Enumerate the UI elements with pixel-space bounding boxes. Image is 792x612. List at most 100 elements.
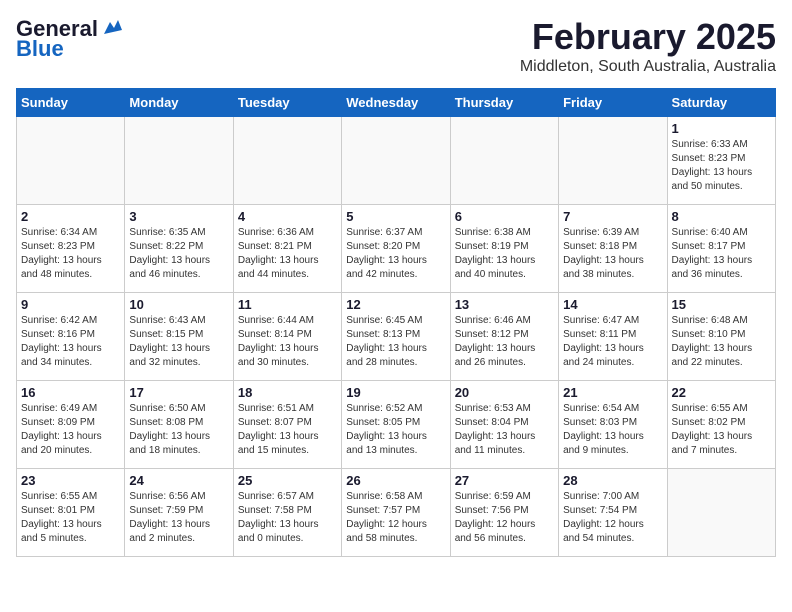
table-row xyxy=(450,117,558,205)
day-number: 24 xyxy=(129,473,228,488)
day-info: Sunrise: 6:39 AM Sunset: 8:18 PM Dayligh… xyxy=(563,226,662,282)
day-info: Sunrise: 6:58 AM Sunset: 7:57 PM Dayligh… xyxy=(346,490,445,546)
day-info: Sunrise: 6:55 AM Sunset: 8:02 PM Dayligh… xyxy=(672,402,771,458)
table-row: 10 Sunrise: 6:43 AM Sunset: 8:15 PM Dayli… xyxy=(125,293,233,381)
table-row: 2 Sunrise: 6:34 AM Sunset: 8:23 PM Daylig… xyxy=(17,205,125,293)
day-info: Sunrise: 6:46 AM Sunset: 8:12 PM Dayligh… xyxy=(455,314,554,370)
table-row: 11Sunrise: 6:44 AM Sunset: 8:14 PM Dayli… xyxy=(233,293,341,381)
table-row: 5 Sunrise: 6:37 AM Sunset: 8:20 PM Daylig… xyxy=(342,205,450,293)
day-info: Sunrise: 7:00 AM Sunset: 7:54 PM Dayligh… xyxy=(563,490,662,546)
table-row xyxy=(559,117,667,205)
table-row xyxy=(17,117,125,205)
calendar-title-block: February 2025 Middleton, South Australia… xyxy=(520,16,776,76)
table-row: 19 Sunrise: 6:52 AM Sunset: 8:05 PM Dayli… xyxy=(342,381,450,469)
logo-bird-icon xyxy=(100,16,122,38)
day-number: 28 xyxy=(563,473,662,488)
day-info: Sunrise: 6:40 AM Sunset: 8:17 PM Dayligh… xyxy=(672,226,771,282)
logo-blue: Blue xyxy=(16,36,64,62)
day-number: 10 xyxy=(129,297,228,312)
day-number: 23 xyxy=(21,473,120,488)
day-info: Sunrise: 6:35 AM Sunset: 8:22 PM Dayligh… xyxy=(129,226,228,282)
table-row xyxy=(125,117,233,205)
table-row: 21 Sunrise: 6:54 AM Sunset: 8:03 PM Dayli… xyxy=(559,381,667,469)
day-number: 15 xyxy=(672,297,771,312)
day-number: 22 xyxy=(672,385,771,400)
table-row: 20 Sunrise: 6:53 AM Sunset: 8:04 PM Dayli… xyxy=(450,381,558,469)
day-info: Sunrise: 6:33 AM Sunset: 8:23 PM Dayligh… xyxy=(672,138,771,194)
day-info: Sunrise: 6:59 AM Sunset: 7:56 PM Dayligh… xyxy=(455,490,554,546)
day-number: 26 xyxy=(346,473,445,488)
table-row xyxy=(667,469,775,557)
day-number: 18 xyxy=(238,385,337,400)
day-info: Sunrise: 6:48 AM Sunset: 8:10 PM Dayligh… xyxy=(672,314,771,370)
day-number: 16 xyxy=(21,385,120,400)
day-info: Sunrise: 6:57 AM Sunset: 7:58 PM Dayligh… xyxy=(238,490,337,546)
col-wednesday: Wednesday xyxy=(342,89,450,117)
day-info: Sunrise: 6:51 AM Sunset: 8:07 PM Dayligh… xyxy=(238,402,337,458)
day-number: 8 xyxy=(672,209,771,224)
table-row xyxy=(233,117,341,205)
day-info: Sunrise: 6:34 AM Sunset: 8:23 PM Dayligh… xyxy=(21,226,120,282)
day-number: 20 xyxy=(455,385,554,400)
day-number: 19 xyxy=(346,385,445,400)
table-row: 1 Sunrise: 6:33 AM Sunset: 8:23 PM Daylig… xyxy=(667,117,775,205)
day-number: 6 xyxy=(455,209,554,224)
day-number: 25 xyxy=(238,473,337,488)
col-friday: Friday xyxy=(559,89,667,117)
day-info: Sunrise: 6:55 AM Sunset: 8:01 PM Dayligh… xyxy=(21,490,120,546)
day-info: Sunrise: 6:43 AM Sunset: 8:15 PM Dayligh… xyxy=(129,314,228,370)
col-tuesday: Tuesday xyxy=(233,89,341,117)
day-info: Sunrise: 6:50 AM Sunset: 8:08 PM Dayligh… xyxy=(129,402,228,458)
table-row: 15 Sunrise: 6:48 AM Sunset: 8:10 PM Dayli… xyxy=(667,293,775,381)
day-number: 3 xyxy=(129,209,228,224)
calendar-week-row: 2 Sunrise: 6:34 AM Sunset: 8:23 PM Daylig… xyxy=(17,205,776,293)
calendar-table: Sunday Monday Tuesday Wednesday Thursday… xyxy=(16,88,776,557)
day-number: 17 xyxy=(129,385,228,400)
day-info: Sunrise: 6:52 AM Sunset: 8:05 PM Dayligh… xyxy=(346,402,445,458)
day-number: 12 xyxy=(346,297,445,312)
table-row: 13 Sunrise: 6:46 AM Sunset: 8:12 PM Dayli… xyxy=(450,293,558,381)
table-row xyxy=(342,117,450,205)
calendar-week-row: 16Sunrise: 6:49 AM Sunset: 8:09 PM Dayli… xyxy=(17,381,776,469)
table-row: 3 Sunrise: 6:35 AM Sunset: 8:22 PM Daylig… xyxy=(125,205,233,293)
day-info: Sunrise: 6:42 AM Sunset: 8:16 PM Dayligh… xyxy=(21,314,120,370)
table-row: 6Sunrise: 6:38 AM Sunset: 8:19 PM Daylig… xyxy=(450,205,558,293)
table-row: 18 Sunrise: 6:51 AM Sunset: 8:07 PM Dayli… xyxy=(233,381,341,469)
day-number: 27 xyxy=(455,473,554,488)
day-number: 9 xyxy=(21,297,120,312)
day-number: 21 xyxy=(563,385,662,400)
day-number: 4 xyxy=(238,209,337,224)
calendar-location: Middleton, South Australia, Australia xyxy=(520,58,776,76)
day-info: Sunrise: 6:47 AM Sunset: 8:11 PM Dayligh… xyxy=(563,314,662,370)
day-info: Sunrise: 6:44 AM Sunset: 8:14 PM Dayligh… xyxy=(238,314,337,370)
day-number: 7 xyxy=(563,209,662,224)
calendar-week-row: 1 Sunrise: 6:33 AM Sunset: 8:23 PM Daylig… xyxy=(17,117,776,205)
table-row: 28 Sunrise: 7:00 AM Sunset: 7:54 PM Dayli… xyxy=(559,469,667,557)
table-row: 16Sunrise: 6:49 AM Sunset: 8:09 PM Dayli… xyxy=(17,381,125,469)
day-number: 14 xyxy=(563,297,662,312)
day-number: 1 xyxy=(672,121,771,136)
logo: General Blue xyxy=(16,16,122,62)
table-row: 23 Sunrise: 6:55 AM Sunset: 8:01 PM Dayli… xyxy=(17,469,125,557)
day-info: Sunrise: 6:36 AM Sunset: 8:21 PM Dayligh… xyxy=(238,226,337,282)
day-info: Sunrise: 6:53 AM Sunset: 8:04 PM Dayligh… xyxy=(455,402,554,458)
day-number: 2 xyxy=(21,209,120,224)
table-row: 17 Sunrise: 6:50 AM Sunset: 8:08 PM Dayli… xyxy=(125,381,233,469)
col-thursday: Thursday xyxy=(450,89,558,117)
day-info: Sunrise: 6:37 AM Sunset: 8:20 PM Dayligh… xyxy=(346,226,445,282)
col-monday: Monday xyxy=(125,89,233,117)
day-info: Sunrise: 6:54 AM Sunset: 8:03 PM Dayligh… xyxy=(563,402,662,458)
table-row: 26 Sunrise: 6:58 AM Sunset: 7:57 PM Dayli… xyxy=(342,469,450,557)
day-number: 13 xyxy=(455,297,554,312)
table-row: 27 Sunrise: 6:59 AM Sunset: 7:56 PM Dayli… xyxy=(450,469,558,557)
calendar-week-row: 23 Sunrise: 6:55 AM Sunset: 8:01 PM Dayli… xyxy=(17,469,776,557)
table-row: 14 Sunrise: 6:47 AM Sunset: 8:11 PM Dayli… xyxy=(559,293,667,381)
table-row: 12 Sunrise: 6:45 AM Sunset: 8:13 PM Dayli… xyxy=(342,293,450,381)
table-row: 25 Sunrise: 6:57 AM Sunset: 7:58 PM Dayli… xyxy=(233,469,341,557)
day-number: 5 xyxy=(346,209,445,224)
day-info: Sunrise: 6:56 AM Sunset: 7:59 PM Dayligh… xyxy=(129,490,228,546)
col-saturday: Saturday xyxy=(667,89,775,117)
table-row: 9 Sunrise: 6:42 AM Sunset: 8:16 PM Daylig… xyxy=(17,293,125,381)
calendar-header-row: Sunday Monday Tuesday Wednesday Thursday… xyxy=(17,89,776,117)
day-info: Sunrise: 6:45 AM Sunset: 8:13 PM Dayligh… xyxy=(346,314,445,370)
